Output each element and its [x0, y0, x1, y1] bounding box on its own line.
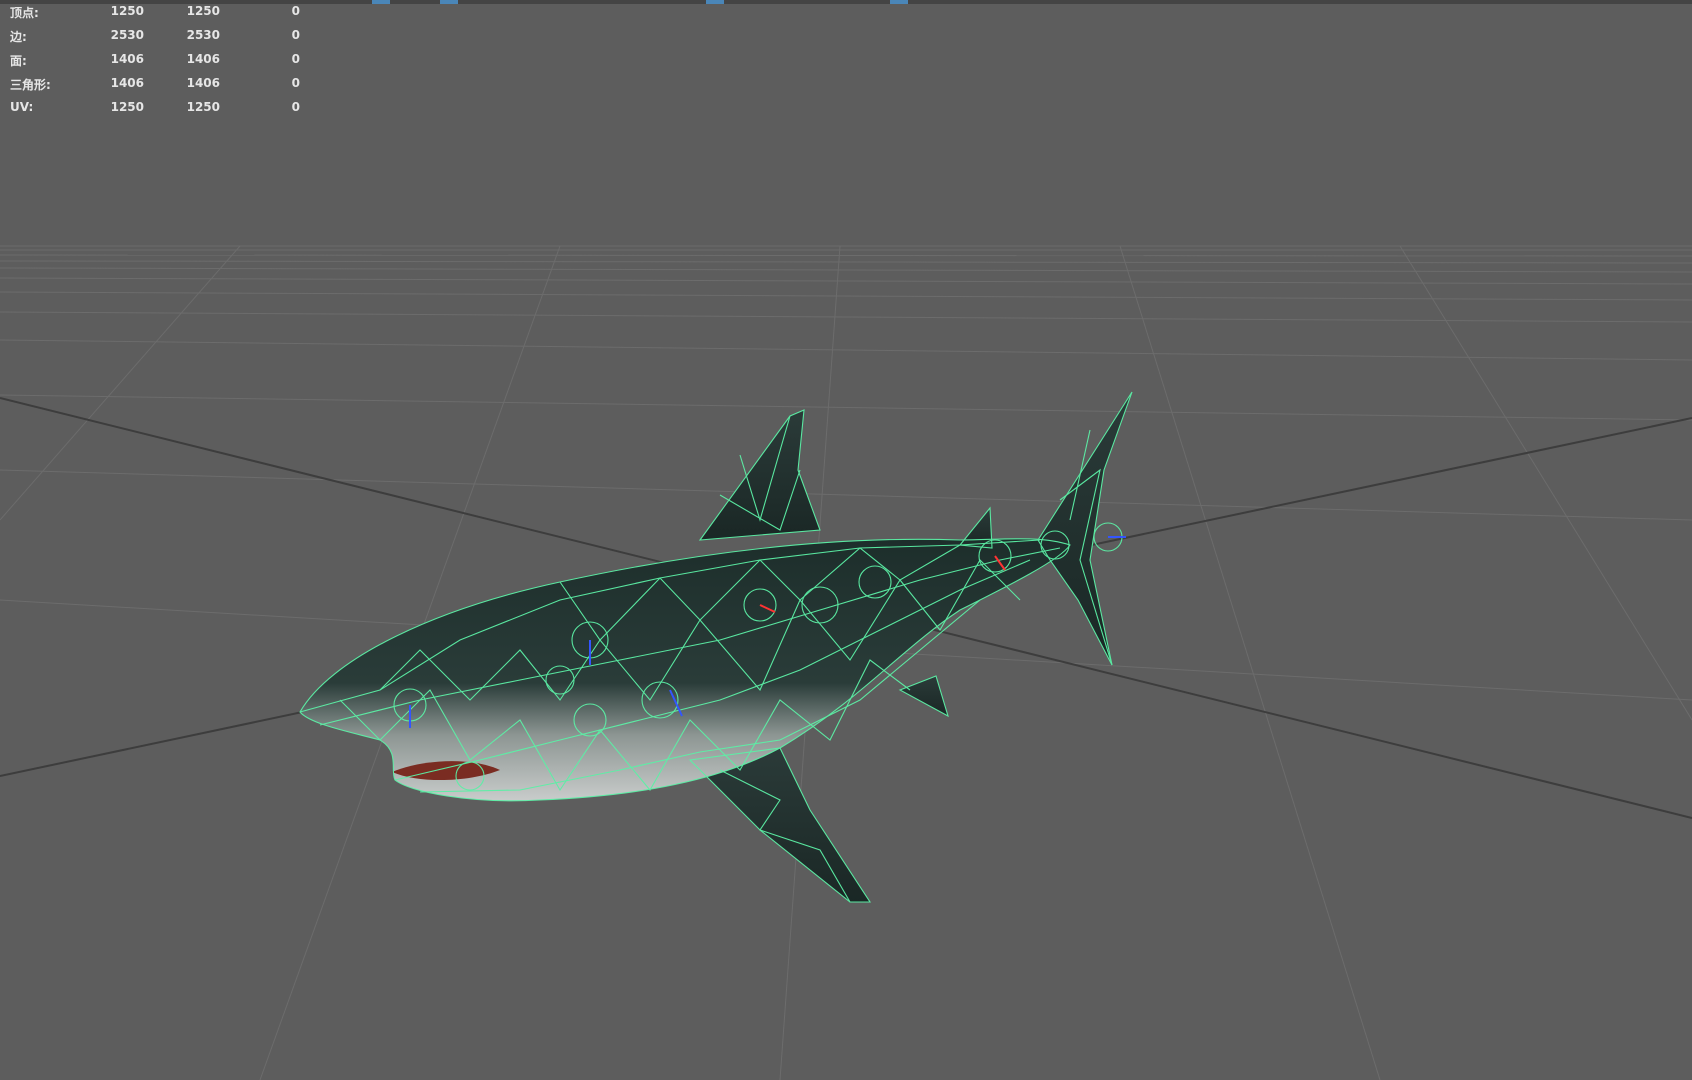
shark-pelvic-fin	[900, 676, 948, 716]
shark-body	[300, 538, 1070, 801]
hud-label: UV:	[10, 100, 34, 114]
hud-value: 2530	[110, 28, 144, 42]
hud-value: 0	[291, 28, 300, 42]
hud-value: 0	[291, 100, 300, 114]
hud-value: 0	[291, 52, 300, 66]
hud-row-edges: 边: 2530 2530 0	[0, 28, 320, 48]
hud-row-vertices: 顶点: 1250 1250 0	[0, 4, 320, 24]
hud-label: 边:	[10, 30, 27, 44]
shark-tail-fin	[1038, 392, 1132, 665]
hud-value: 1250	[186, 4, 220, 18]
hud-value: 1250	[110, 4, 144, 18]
hud-value: 1250	[186, 100, 220, 114]
hud-value: 1406	[110, 76, 144, 90]
hud-row-uvs: UV: 1250 1250 0	[0, 100, 320, 120]
hud-value: 0	[291, 76, 300, 90]
viewport-3d[interactable]: 顶点: 1250 1250 0 边: 2530 2530 0 面: 1406 1…	[0, 0, 1692, 1080]
hud-value: 1406	[110, 52, 144, 66]
hud-value: 1406	[186, 76, 220, 90]
hud-value: 1406	[186, 52, 220, 66]
hud-row-faces: 面: 1406 1406 0	[0, 52, 320, 72]
hud-value: 2530	[186, 28, 220, 42]
hud-value: 1250	[110, 100, 144, 114]
hud-label: 面:	[10, 54, 27, 68]
hud-value: 0	[291, 4, 300, 18]
hud-label: 顶点:	[10, 6, 39, 20]
hud-label: 三角形:	[10, 78, 51, 92]
scene-canvas[interactable]	[0, 0, 1692, 1080]
hud-row-triangles: 三角形: 1406 1406 0	[0, 76, 320, 96]
